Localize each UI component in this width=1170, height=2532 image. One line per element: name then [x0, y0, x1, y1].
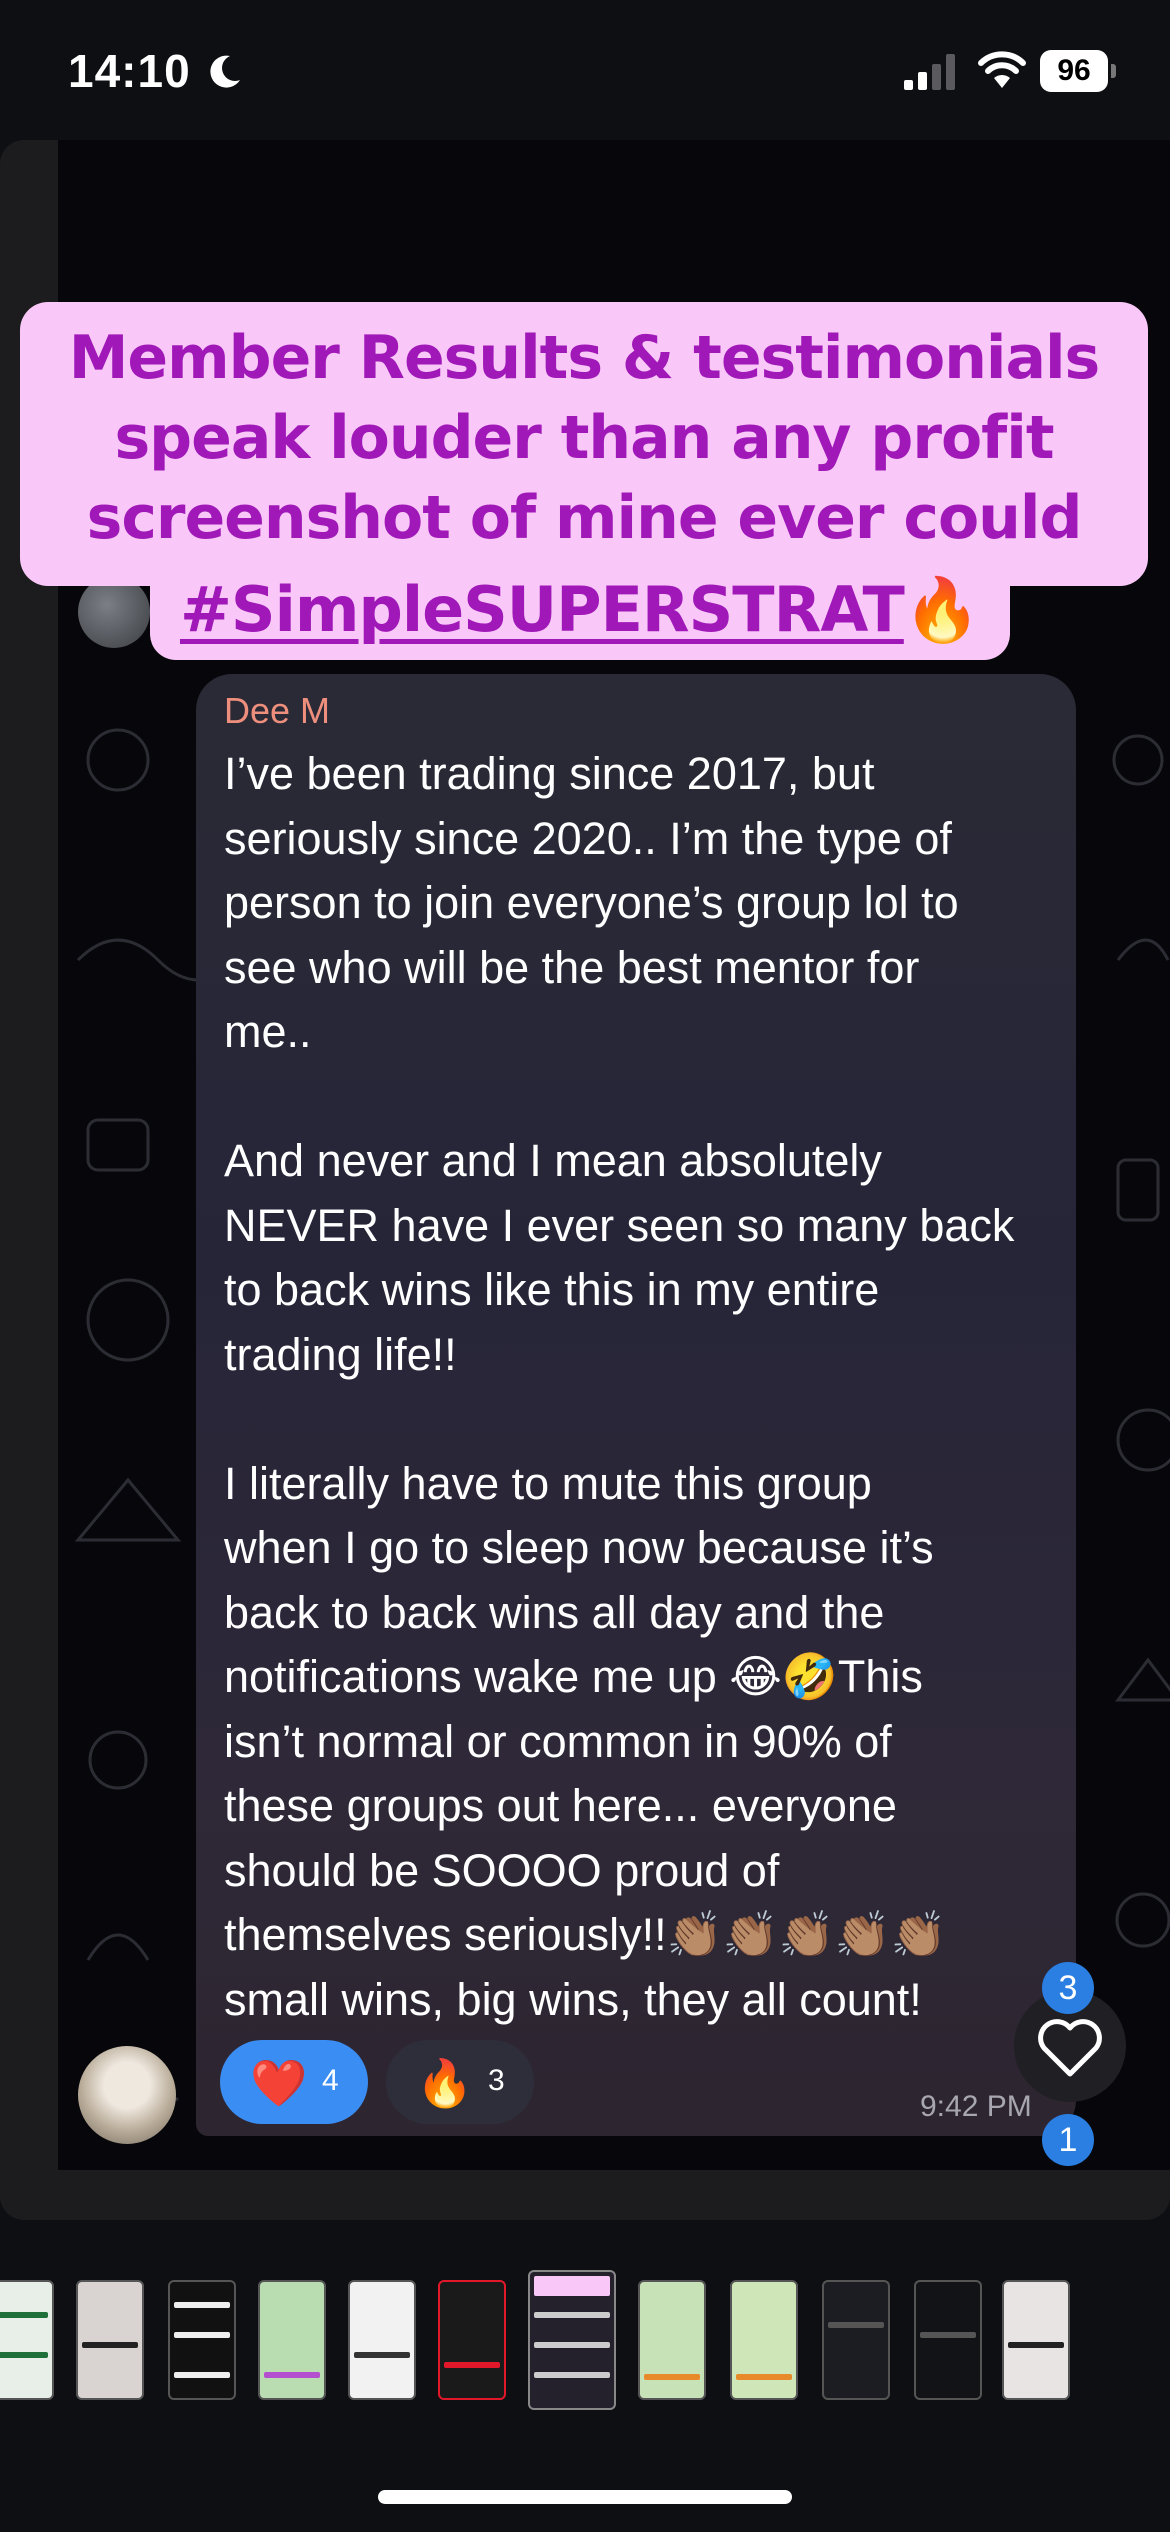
story-thumbnail[interactable] — [730, 2280, 798, 2400]
battery-level: 96 — [1057, 54, 1091, 87]
fire-icon: 🔥 — [416, 2057, 474, 2109]
sender-avatar — [78, 2046, 176, 2144]
story-thumbnail[interactable] — [168, 2280, 236, 2400]
message-bubble: Dee M I’ve been trading since 2017, but … — [196, 674, 1076, 2136]
status-bar: 14:10 96 — [0, 0, 1170, 140]
battery-icon: 96 — [1040, 50, 1116, 92]
sender-name: Dee M — [224, 690, 331, 731]
story-thumbnail[interactable] — [914, 2280, 982, 2400]
story-thumbnail[interactable] — [348, 2280, 416, 2400]
headline-line-1: Member Results & testimonials — [68, 323, 1101, 393]
heart-reaction-count: 4 — [322, 2064, 339, 2097]
story-thumbnail[interactable] — [258, 2280, 326, 2400]
hashtag-link[interactable]: #SimpleSUPERSTRAT — [180, 573, 905, 646]
fire-reaction[interactable]: 🔥 3 — [386, 2040, 534, 2124]
home-indicator[interactable] — [378, 2490, 792, 2504]
headline-caption: Member Results & testimonials speak loud… — [20, 318, 1148, 558]
signal-icon — [904, 54, 955, 90]
like-count-badge: 3 — [1042, 1962, 1094, 2014]
story-thumbnail[interactable] — [0, 2280, 54, 2400]
moon-icon — [210, 55, 240, 88]
story-thumbnail[interactable] — [822, 2280, 890, 2400]
story-thumbnail[interactable] — [76, 2280, 144, 2400]
sender-avatar-top — [78, 576, 150, 648]
clock-time: 14:10 — [68, 45, 191, 97]
hashtag-caption: #SimpleSUPERSTRAT🔥 — [150, 572, 1010, 648]
comment-count-badge[interactable]: 1 — [1042, 2114, 1094, 2166]
heart-icon: ❤️ — [250, 2057, 308, 2109]
heart-reaction[interactable]: ❤️ 4 — [220, 2040, 368, 2124]
message-text: I’ve been trading since 2017, but seriou… — [224, 748, 1015, 2025]
headline-line-3: screenshot of mine ever could — [86, 483, 1083, 553]
wifi-icon — [978, 51, 1026, 88]
fire-emoji-icon: 🔥 — [903, 573, 981, 646]
fire-reaction-count: 3 — [488, 2064, 505, 2097]
headline-line-2: speak louder than any profit — [114, 403, 1054, 473]
story-thumbnail[interactable] — [438, 2280, 506, 2400]
story-thumbnail-strip[interactable] — [0, 2270, 1170, 2410]
story-thumbnail[interactable] — [1002, 2280, 1070, 2400]
story-thumbnail-active[interactable] — [528, 2270, 616, 2410]
story-thumbnail[interactable] — [638, 2280, 706, 2400]
